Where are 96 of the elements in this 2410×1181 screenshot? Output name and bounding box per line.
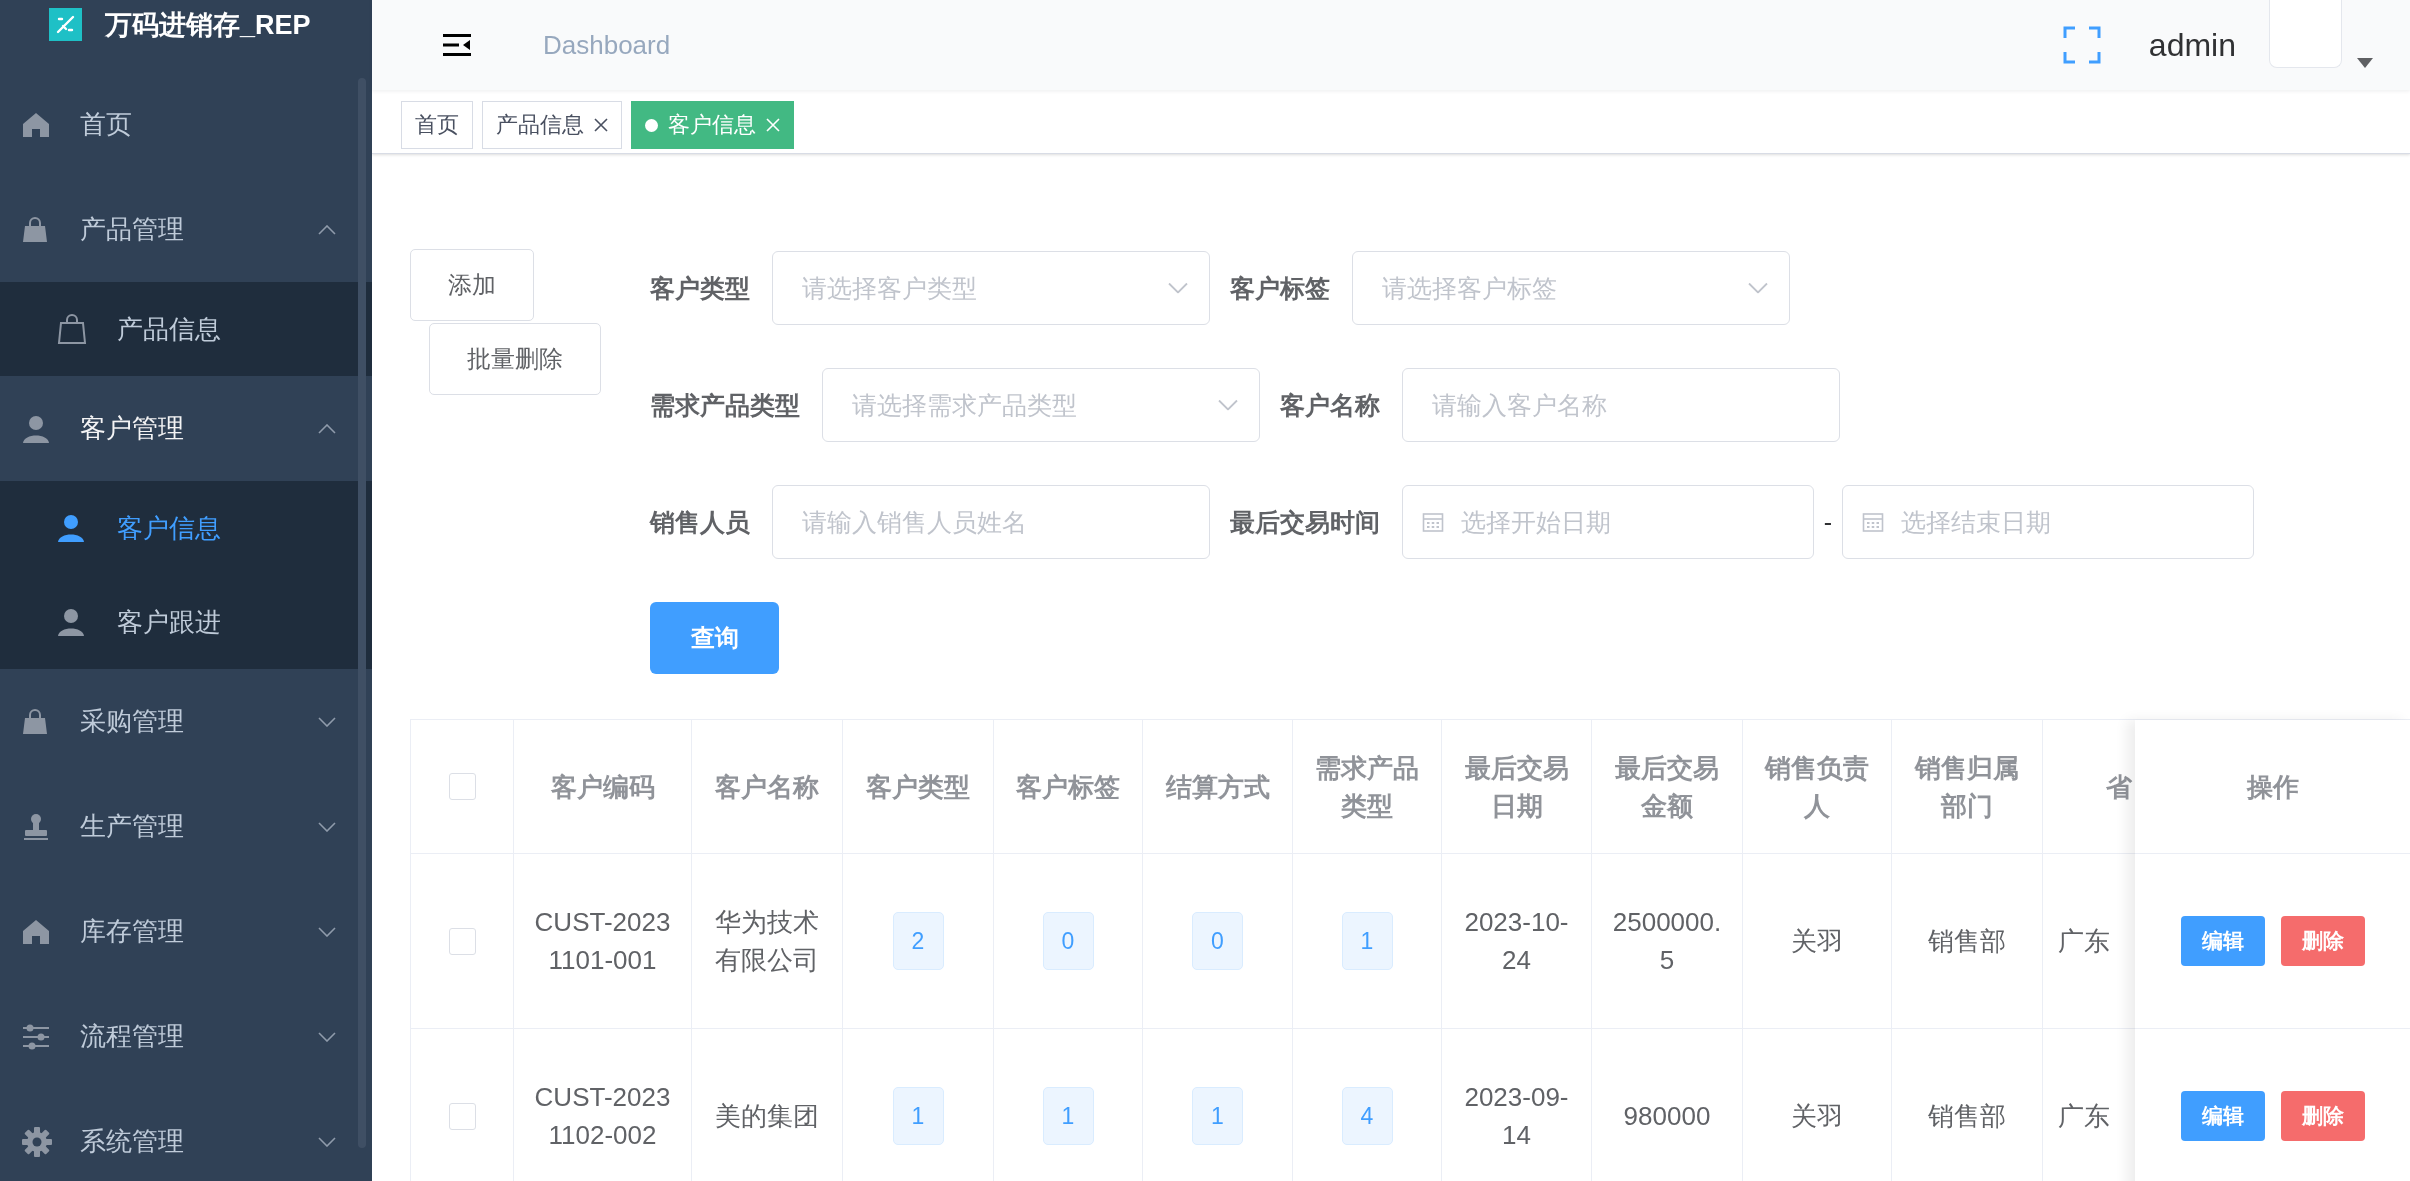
dot-icon (645, 118, 658, 132)
input-field[interactable]: 请输入客户名称 (1402, 368, 1840, 442)
calendar-icon (1862, 511, 1884, 533)
sidebar-item[interactable]: 采购管理 (0, 669, 372, 774)
select-field[interactable]: 请选择客户类型 (772, 251, 1210, 325)
table-cell: 销售部 (1892, 854, 2043, 1029)
column-header: 操作 (2246, 770, 2299, 804)
logo-icon (49, 8, 82, 41)
checkbox[interactable] (448, 1102, 476, 1130)
field-label: 客户名称 (1280, 389, 1381, 421)
column-header: 客户名称 (692, 720, 843, 854)
checkbox[interactable] (448, 927, 476, 955)
select-field[interactable]: 请选择客户标签 (1352, 251, 1790, 325)
sidebar-item[interactable]: 产品管理 (0, 177, 372, 282)
user-icon (57, 608, 85, 636)
home-icon (22, 918, 50, 945)
column-header: 最后交易日期 (1442, 720, 1592, 854)
field-label: 需求产品类型 (650, 389, 801, 421)
column-header: 客户标签 (994, 720, 1143, 854)
chevron-down-icon (1748, 282, 1768, 294)
date-field[interactable]: 选择开始日期 (1402, 485, 1814, 559)
tab[interactable]: 产品信息 (482, 101, 622, 149)
home-icon (22, 111, 50, 138)
app-title: 万码进销存_REP (105, 9, 311, 42)
value-tag: 4 (1341, 1087, 1393, 1145)
shopping-bag-icon (57, 313, 87, 345)
sidebar-item[interactable]: 生产管理 (0, 774, 372, 879)
sidebar-item[interactable]: 产品信息 (0, 282, 372, 376)
chevron-up-icon (318, 423, 336, 434)
value-tag: 1 (1042, 1087, 1094, 1145)
column-header: 销售负责人 (1743, 720, 1892, 854)
sidebar-item[interactable]: 客户信息 (0, 481, 372, 575)
value-tag: 0 (1042, 912, 1094, 970)
value-tag: 1 (1192, 1087, 1243, 1145)
table-cell: 2023-10-24 (1442, 854, 1592, 1029)
value-tag: 2 (892, 912, 944, 970)
shopping-bag-icon (22, 216, 48, 243)
table-cell: 2023-09-14 (1442, 1029, 1592, 1181)
field-label: 销售人员 (650, 506, 751, 538)
add-button[interactable]: 添加 (410, 249, 534, 321)
menu-icon[interactable] (443, 34, 471, 56)
chevron-down-icon (318, 821, 336, 832)
chevron-down-icon (1218, 399, 1238, 411)
range-separator: - (1822, 507, 1834, 537)
table-cell: 2500000.5 (1592, 854, 1743, 1029)
sidebar-item[interactable]: 系统管理 (0, 1089, 372, 1181)
column-header: 结算方式 (1143, 720, 1293, 854)
table-cell: CUST-20231101-001 (514, 854, 692, 1029)
date-field[interactable]: 选择结束日期 (1842, 485, 2254, 559)
user-icon (22, 414, 50, 443)
sidebar-item[interactable]: 流程管理 (0, 984, 372, 1089)
sidebar-item[interactable]: 首页 (0, 72, 372, 177)
fullscreen-icon[interactable] (2062, 26, 2101, 64)
chevron-down-icon (318, 1031, 336, 1042)
chevron-down-icon (318, 926, 336, 937)
scrollbar[interactable] (358, 78, 366, 1148)
caret-down-icon[interactable] (2357, 58, 2373, 68)
field-label: 最后交易时间 (1230, 506, 1381, 538)
close-icon[interactable] (594, 118, 608, 132)
column-header: 客户编码 (514, 720, 692, 854)
chevron-up-icon (318, 224, 336, 235)
table-cell: 销售部 (1892, 1029, 2043, 1181)
sliders-icon (22, 1023, 50, 1050)
stamp-icon (22, 812, 50, 841)
chevron-down-icon (318, 716, 336, 727)
table-cell: 关羽 (1743, 1029, 1892, 1181)
field-label: 客户标签 (1230, 272, 1331, 304)
sidebar-item[interactable]: 客户管理 (0, 376, 372, 481)
sidebar-item[interactable]: 库存管理 (0, 879, 372, 984)
table-cell: 华为技术有限公司 (692, 854, 843, 1029)
tab[interactable]: 首页 (401, 101, 473, 149)
checkbox[interactable] (448, 773, 476, 800)
shopping-bag-icon (22, 708, 48, 735)
chevron-down-icon (318, 1136, 336, 1147)
avatar[interactable] (2269, 0, 2342, 68)
column-header: 最后交易金额 (1592, 720, 1743, 854)
user-icon (57, 514, 85, 542)
column-header: 销售归属部门 (1892, 720, 2043, 854)
column-header: 需求产品类型 (1293, 720, 1442, 854)
table-cell: 关羽 (1743, 854, 1892, 1029)
batch-delete-button[interactable]: 批量删除 (429, 323, 601, 395)
breadcrumb-item: Dashboard (543, 29, 671, 61)
user-name[interactable]: admin (2148, 26, 2236, 64)
calendar-icon (1422, 511, 1444, 533)
value-tag: 0 (1192, 912, 1243, 970)
table-cell: CUST-20231102-002 (514, 1029, 692, 1181)
value-tag: 1 (1341, 912, 1393, 970)
chevron-down-icon (1168, 282, 1188, 294)
table-cell: 980000 (1592, 1029, 1743, 1181)
sidebar-item[interactable]: 客户跟进 (0, 575, 372, 669)
input-field[interactable]: 请输入销售人员姓名 (772, 485, 1210, 559)
select-field[interactable]: 请选择需求产品类型 (822, 368, 1260, 442)
table-cell: 美的集团 (692, 1029, 843, 1181)
field-label: 客户类型 (650, 272, 751, 304)
column-header: 客户类型 (843, 720, 994, 854)
value-tag: 1 (892, 1087, 944, 1145)
